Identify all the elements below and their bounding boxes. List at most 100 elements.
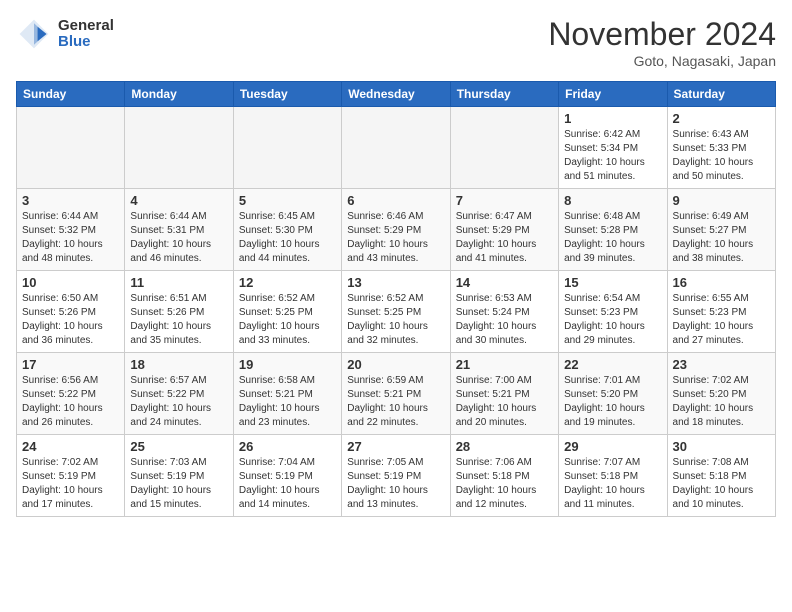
calendar-cell-20: 20 Sunrise: 6:59 AMSunset: 5:21 PMDayligh… — [342, 353, 450, 435]
day-info: Sunrise: 6:45 AMSunset: 5:30 PMDaylight:… — [239, 210, 336, 266]
calendar-cell-15: 15 Sunrise: 6:54 AMSunset: 5:23 PMDayligh… — [559, 271, 667, 353]
day-info: Sunrise: 6:46 AMSunset: 5:29 PMDaylight:… — [347, 210, 444, 266]
calendar-cell-28: 28 Sunrise: 7:06 AMSunset: 5:18 PMDayligh… — [450, 435, 558, 517]
calendar-cell-1: 1 Sunrise: 6:42 AMSunset: 5:34 PMDaylight… — [559, 107, 667, 189]
location: Goto, Nagasaki, Japan — [548, 53, 776, 69]
day-info: Sunrise: 6:56 AMSunset: 5:22 PMDaylight:… — [22, 374, 119, 430]
day-info: Sunrise: 6:57 AMSunset: 5:22 PMDaylight:… — [130, 374, 227, 430]
day-info: Sunrise: 6:47 AMSunset: 5:29 PMDaylight:… — [456, 210, 553, 266]
day-number: 28 — [456, 439, 553, 454]
day-number: 5 — [239, 193, 336, 208]
calendar-cell-27: 27 Sunrise: 7:05 AMSunset: 5:19 PMDayligh… — [342, 435, 450, 517]
calendar-cell-5: 5 Sunrise: 6:45 AMSunset: 5:30 PMDaylight… — [233, 189, 341, 271]
calendar-week-3: 10 Sunrise: 6:50 AMSunset: 5:26 PMDayligh… — [17, 271, 776, 353]
calendar-cell-13: 13 Sunrise: 6:52 AMSunset: 5:25 PMDayligh… — [342, 271, 450, 353]
day-number: 14 — [456, 275, 553, 290]
weekday-header-thursday: Thursday — [450, 82, 558, 107]
day-info: Sunrise: 7:03 AMSunset: 5:19 PMDaylight:… — [130, 456, 227, 512]
day-number: 22 — [564, 357, 661, 372]
day-number: 18 — [130, 357, 227, 372]
calendar-cell-11: 11 Sunrise: 6:51 AMSunset: 5:26 PMDayligh… — [125, 271, 233, 353]
day-info: Sunrise: 7:07 AMSunset: 5:18 PMDaylight:… — [564, 456, 661, 512]
day-number: 17 — [22, 357, 119, 372]
calendar-cell-30: 30Sunrise: 7:08 AMSunset: 5:18 PMDayligh… — [667, 435, 775, 517]
day-number: 4 — [130, 193, 227, 208]
day-number: 15 — [564, 275, 661, 290]
calendar-cell-empty — [125, 107, 233, 189]
calendar-cell-empty — [17, 107, 125, 189]
calendar-cell-26: 26 Sunrise: 7:04 AMSunset: 5:19 PMDayligh… — [233, 435, 341, 517]
weekday-header-monday: Monday — [125, 82, 233, 107]
logo-general: General — [58, 18, 114, 35]
calendar-cell-18: 18 Sunrise: 6:57 AMSunset: 5:22 PMDayligh… — [125, 353, 233, 435]
page-header: General Blue November 2024 Goto, Nagasak… — [16, 16, 776, 69]
day-info: Sunrise: 6:50 AMSunset: 5:26 PMDaylight:… — [22, 292, 119, 348]
day-number: 20 — [347, 357, 444, 372]
day-info: Sunrise: 7:05 AMSunset: 5:19 PMDaylight:… — [347, 456, 444, 512]
day-info: Sunrise: 7:04 AMSunset: 5:19 PMDaylight:… — [239, 456, 336, 512]
day-info: Sunrise: 6:48 AMSunset: 5:28 PMDaylight:… — [564, 210, 661, 266]
day-info: Sunrise: 6:58 AMSunset: 5:21 PMDaylight:… — [239, 374, 336, 430]
calendar-week-5: 24 Sunrise: 7:02 AMSunset: 5:19 PMDayligh… — [17, 435, 776, 517]
day-info: Sunrise: 6:54 AMSunset: 5:23 PMDaylight:… — [564, 292, 661, 348]
calendar-cell-empty — [450, 107, 558, 189]
weekday-header-sunday: Sunday — [17, 82, 125, 107]
day-number: 13 — [347, 275, 444, 290]
calendar-cell-10: 10 Sunrise: 6:50 AMSunset: 5:26 PMDayligh… — [17, 271, 125, 353]
day-info: Sunrise: 6:55 AMSunset: 5:23 PMDaylight:… — [673, 292, 770, 348]
day-number: 1 — [564, 111, 661, 126]
calendar-cell-3: 3Sunrise: 6:44 AMSunset: 5:32 PMDaylight… — [17, 189, 125, 271]
calendar-cell-12: 12Sunrise: 6:52 AMSunset: 5:25 PMDayligh… — [233, 271, 341, 353]
calendar-cell-22: 22Sunrise: 7:01 AMSunset: 5:20 PMDayligh… — [559, 353, 667, 435]
day-number: 24 — [22, 439, 119, 454]
logo-icon — [16, 16, 52, 52]
day-number: 10 — [22, 275, 119, 290]
day-number: 2 — [673, 111, 770, 126]
calendar-cell-25: 25Sunrise: 7:03 AMSunset: 5:19 PMDayligh… — [125, 435, 233, 517]
day-info: Sunrise: 7:06 AMSunset: 5:18 PMDaylight:… — [456, 456, 553, 512]
day-number: 26 — [239, 439, 336, 454]
logo-blue: Blue — [58, 34, 114, 51]
calendar-cell-2: 2 Sunrise: 6:43 AMSunset: 5:33 PMDaylight… — [667, 107, 775, 189]
calendar-cell-19: 19 Sunrise: 6:58 AMSunset: 5:21 PMDayligh… — [233, 353, 341, 435]
day-info: Sunrise: 6:42 AMSunset: 5:34 PMDaylight:… — [564, 128, 661, 184]
day-number: 9 — [673, 193, 770, 208]
day-number: 8 — [564, 193, 661, 208]
day-number: 6 — [347, 193, 444, 208]
calendar-cell-29: 29 Sunrise: 7:07 AMSunset: 5:18 PMDayligh… — [559, 435, 667, 517]
calendar-week-4: 17 Sunrise: 6:56 AMSunset: 5:22 PMDayligh… — [17, 353, 776, 435]
calendar-cell-21: 21 Sunrise: 7:00 AMSunset: 5:21 PMDayligh… — [450, 353, 558, 435]
day-number: 19 — [239, 357, 336, 372]
calendar-cell-8: 8 Sunrise: 6:48 AMSunset: 5:28 PMDaylight… — [559, 189, 667, 271]
logo-text: General Blue — [58, 18, 114, 51]
day-number: 21 — [456, 357, 553, 372]
day-info: Sunrise: 6:52 AMSunset: 5:25 PMDaylight:… — [347, 292, 444, 348]
day-info: Sunrise: 6:59 AMSunset: 5:21 PMDaylight:… — [347, 374, 444, 430]
day-info: Sunrise: 7:02 AMSunset: 5:20 PMDaylight:… — [673, 374, 770, 430]
day-info: Sunrise: 7:00 AMSunset: 5:21 PMDaylight:… — [456, 374, 553, 430]
day-info: Sunrise: 7:08 AMSunset: 5:18 PMDaylight:… — [673, 456, 770, 512]
day-number: 27 — [347, 439, 444, 454]
calendar-table: SundayMondayTuesdayWednesdayThursdayFrid… — [16, 81, 776, 517]
calendar-cell-16: 16 Sunrise: 6:55 AMSunset: 5:23 PMDayligh… — [667, 271, 775, 353]
calendar-cell-4: 4 Sunrise: 6:44 AMSunset: 5:31 PMDaylight… — [125, 189, 233, 271]
calendar-cell-empty — [342, 107, 450, 189]
calendar-cell-7: 7Sunrise: 6:47 AMSunset: 5:29 PMDaylight… — [450, 189, 558, 271]
day-number: 23 — [673, 357, 770, 372]
day-number: 12 — [239, 275, 336, 290]
day-info: Sunrise: 6:51 AMSunset: 5:26 PMDaylight:… — [130, 292, 227, 348]
weekday-header-friday: Friday — [559, 82, 667, 107]
day-info: Sunrise: 6:49 AMSunset: 5:27 PMDaylight:… — [673, 210, 770, 266]
day-info: Sunrise: 6:44 AMSunset: 5:31 PMDaylight:… — [130, 210, 227, 266]
calendar-cell-23: 23 Sunrise: 7:02 AMSunset: 5:20 PMDayligh… — [667, 353, 775, 435]
calendar-cell-empty — [233, 107, 341, 189]
day-number: 16 — [673, 275, 770, 290]
day-number: 11 — [130, 275, 227, 290]
day-info: Sunrise: 6:53 AMSunset: 5:24 PMDaylight:… — [456, 292, 553, 348]
day-info: Sunrise: 6:43 AMSunset: 5:33 PMDaylight:… — [673, 128, 770, 184]
day-info: Sunrise: 7:02 AMSunset: 5:19 PMDaylight:… — [22, 456, 119, 512]
day-number: 29 — [564, 439, 661, 454]
day-number: 3 — [22, 193, 119, 208]
calendar-week-1: 1 Sunrise: 6:42 AMSunset: 5:34 PMDaylight… — [17, 107, 776, 189]
calendar-cell-14: 14 Sunrise: 6:53 AMSunset: 5:24 PMDayligh… — [450, 271, 558, 353]
